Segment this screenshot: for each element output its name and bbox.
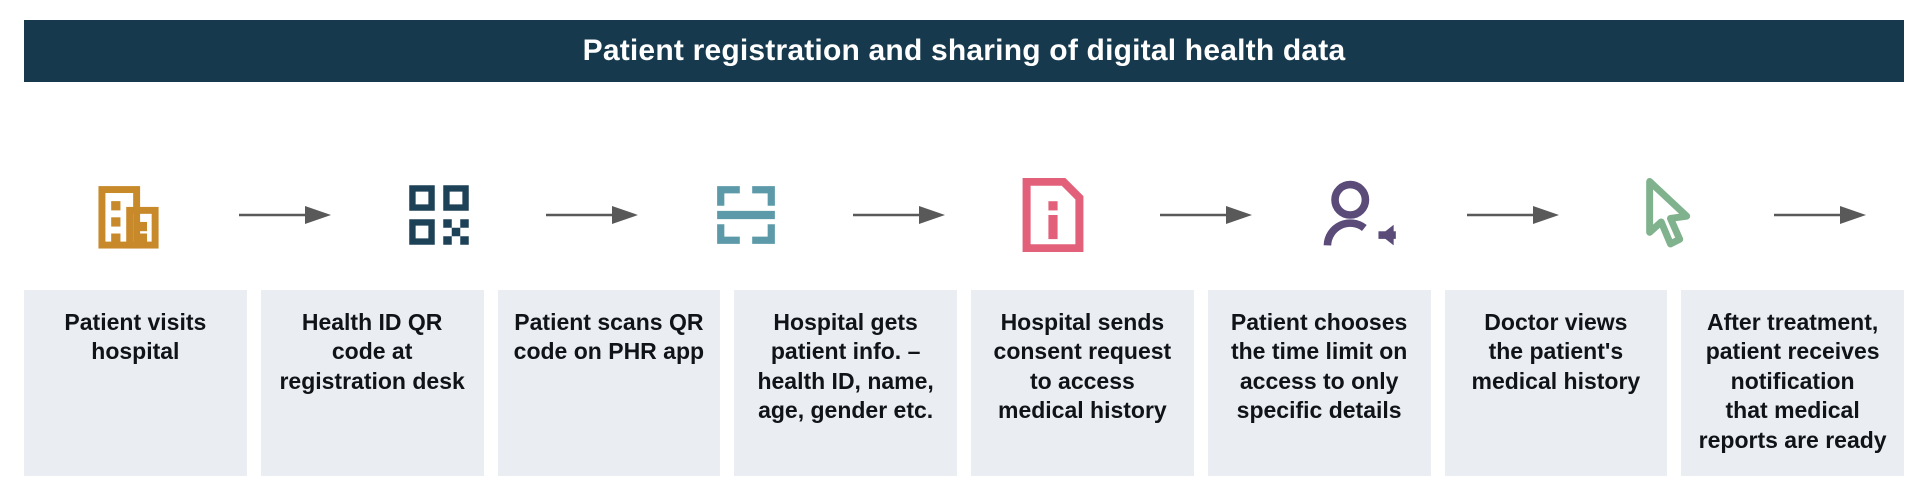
step-caption-box-2: Health ID QR code at registration desk [260,290,484,476]
flow-arrow-6 [1774,160,1866,270]
step-caption-box-6: Patient chooses the time limit on access… [1207,290,1431,476]
hospital-building-icon [95,178,169,252]
step-caption-text-2: Health ID QR code at registration desk [279,309,465,394]
flow-arrow-5 [1467,160,1559,270]
step-caption-box-3: Patient scans QR code on PHR app [497,290,721,476]
step-caption-text-3: Patient scans QR code on PHR app [513,309,705,365]
flow-icon-cell-2 [331,160,546,270]
step-caption-text-7: Doctor views the patient's medical histo… [1471,309,1641,394]
header-banner: Patient registration and sharing of digi… [24,20,1904,82]
flow-icon-cell-3 [638,160,853,270]
caption-row: Patient visits hospital Health ID QR cod… [24,290,1904,476]
document-info-icon [1022,178,1084,252]
step-caption-box-5: Hospital sends consent request to access… [971,290,1194,476]
page-title: Patient registration and sharing of digi… [582,34,1346,67]
flow-icon-cell-6 [1559,160,1774,270]
step-caption-box-7: Doctor views the patient's medical histo… [1444,290,1668,476]
step-caption-text-4: Hospital gets patient info. – health ID,… [757,309,934,424]
qr-code-icon [405,181,473,249]
flow-arrow-2 [546,160,638,270]
flow-icon-cell-5 [1252,160,1467,270]
person-consent-request-icon [1322,180,1398,250]
flow-icon-cell-7 [1866,160,1928,270]
qr-scan-frame-icon [713,182,779,248]
cursor-pointer-icon [1641,178,1693,252]
process-flow-row [24,160,1904,270]
step-caption-text-8: After treatment, patient receives notifi… [1698,309,1887,453]
flow-icon-cell-4 [945,160,1160,270]
flow-arrow-4 [1160,160,1252,270]
flow-icon-cell-1 [24,160,239,270]
infographic-root: Patient registration and sharing of digi… [0,0,1928,502]
step-caption-box-8: After treatment, patient receives notifi… [1681,290,1904,476]
step-caption-text-5: Hospital sends consent request to access… [993,309,1172,424]
step-caption-text-6: Patient chooses the time limit on access… [1230,309,1408,424]
step-caption-box-1: Patient visits hospital [24,290,247,476]
flow-arrow-1 [239,160,331,270]
step-caption-box-4: Hospital gets patient info. – health ID,… [734,290,957,476]
step-caption-text-1: Patient visits hospital [64,309,207,365]
flow-arrow-3 [853,160,945,270]
